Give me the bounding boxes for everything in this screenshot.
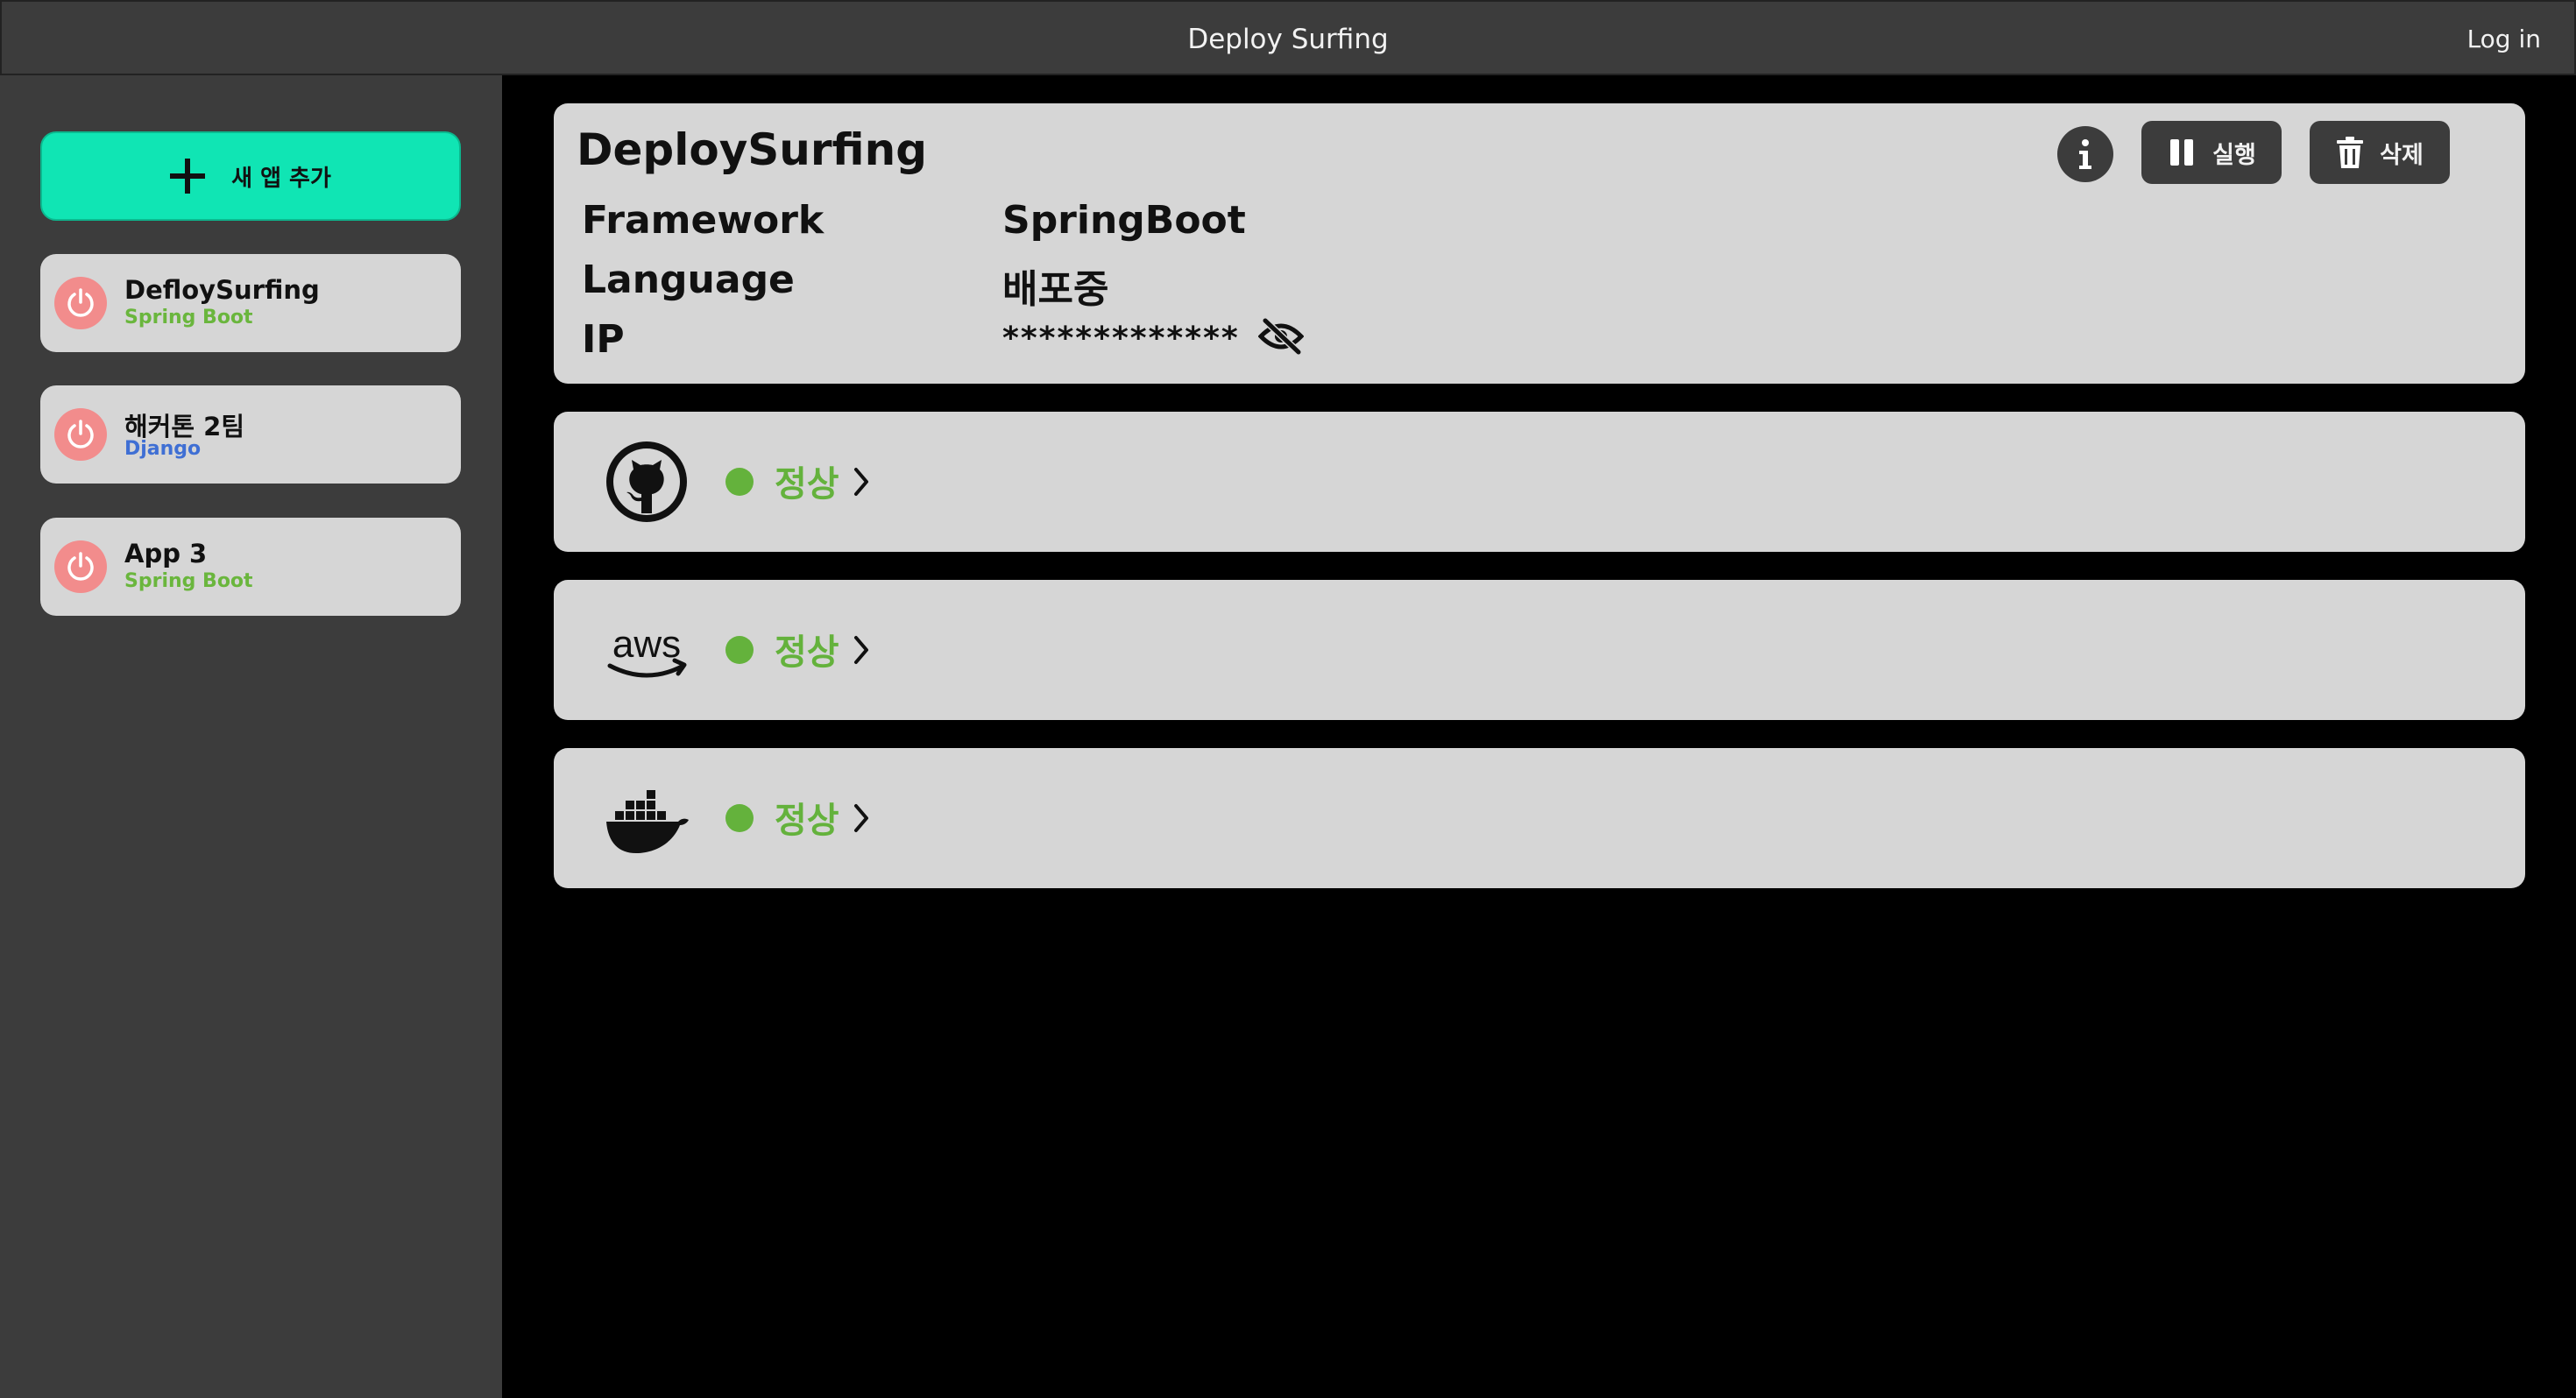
power-icon[interactable] [54,540,107,593]
status-text: 정상 [775,632,839,673]
trash-icon [2337,137,2364,168]
pause-icon [2170,139,2194,166]
ip-label: IP [582,317,625,362]
service-card-aws[interactable]: aws 정상 [554,580,2525,720]
info-icon [2079,139,2091,169]
app-framework: Django [124,438,202,460]
power-icon[interactable] [54,277,107,329]
status-dot [725,804,754,832]
status-dot [725,468,754,496]
chevron-right-icon [854,804,868,832]
chevron-right-icon [854,636,868,664]
docker-icon [606,790,689,853]
add-app-button[interactable]: 새 앱 추가 [40,131,461,221]
service-card-docker[interactable]: 정상 [554,748,2525,888]
detail-app-title: DeploySurfing [577,124,927,175]
framework-label: Framework [582,198,824,243]
language-label: Language [582,258,795,302]
app-name: DefloySurfing [124,275,320,305]
login-link[interactable]: Log in [2467,2,2541,77]
sidebar: 새 앱 추가 DefloySurfing Spring Boot 해커톤 2팀 … [0,75,502,1398]
eye-off-icon[interactable] [1258,317,1304,356]
service-card-github[interactable]: 정상 [554,412,2525,552]
delete-label: 삭제 [2380,141,2424,169]
framework-value: SpringBoot [1002,198,1246,243]
status-text: 정상 [775,464,839,505]
app-title: Deploy Surfing [1187,24,1389,55]
power-icon[interactable] [54,408,107,461]
app-framework: Spring Boot [124,307,253,328]
status-dot [725,636,754,664]
status-text: 정상 [775,801,839,841]
app-name: App 3 [124,539,208,568]
svg-text:aws: aws [612,623,681,666]
info-button[interactable] [2057,126,2113,182]
app-framework: Spring Boot [124,570,253,592]
run-button[interactable]: 실행 [2141,121,2282,184]
sidebar-app-item[interactable]: App 3 Spring Boot [40,518,461,616]
sidebar-app-item[interactable]: 해커톤 2팀 Django [40,385,461,484]
delete-button[interactable]: 삭제 [2310,121,2450,184]
add-app-label: 새 앱 추가 [231,165,331,192]
aws-icon: aws [607,623,687,678]
run-label: 실행 [2212,141,2256,169]
github-icon [606,441,687,522]
language-value: 배포중 [1002,267,1109,312]
chevron-right-icon [854,468,868,496]
app-detail-panel: DeploySurfing 실행 삭제 Framework SpringBoot… [554,103,2525,384]
ip-value: ************* [1002,321,1240,357]
sidebar-app-item[interactable]: DefloySurfing Spring Boot [40,254,461,352]
plus-icon [170,159,206,194]
top-bar: Deploy Surfing Log in [0,0,2576,75]
